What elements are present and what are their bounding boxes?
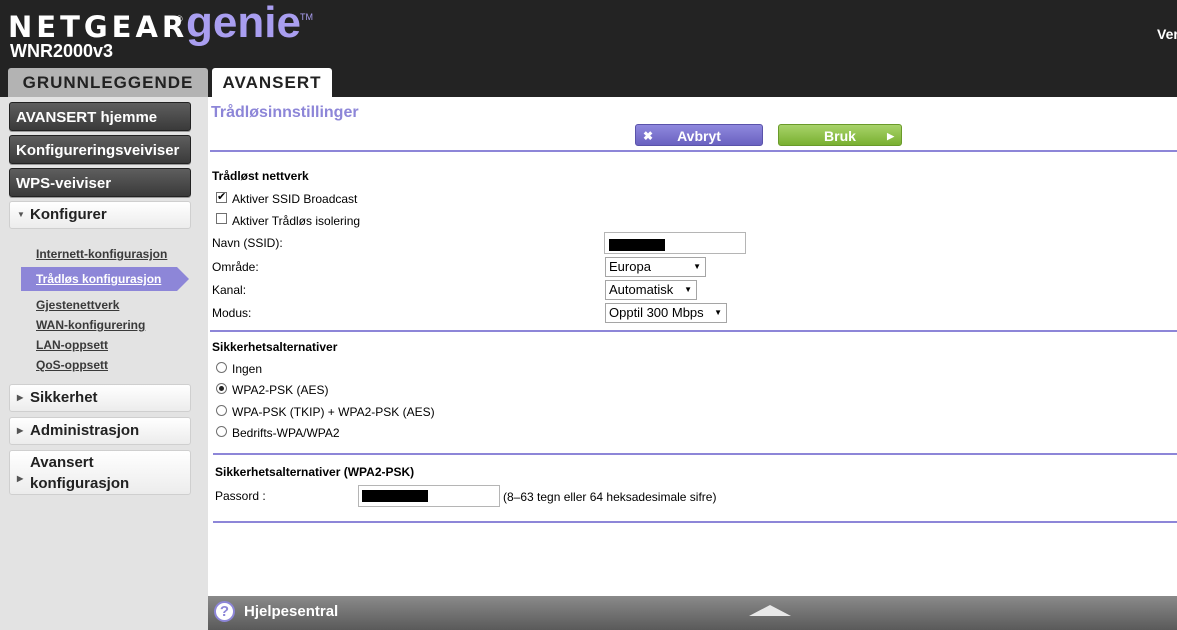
channel-select[interactable]: Automatisk ▼ [605, 280, 697, 300]
security-option-wpa-wpa2-mixed-label: WPA-PSK (TKIP) + WPA2-PSK (AES) [232, 405, 435, 419]
security-radio-none[interactable] [216, 362, 227, 373]
checkmark-icon: ✔ [217, 191, 227, 203]
cancel-button[interactable]: ✖ Avbryt [635, 124, 763, 146]
sidebar-section-advanced-setup[interactable]: ▶ Avansert konfigurasjon [9, 450, 191, 495]
help-icon: ? [214, 601, 235, 622]
apply-button[interactable]: Bruk ▶ [778, 124, 902, 146]
sidebar-advanced-home-button[interactable]: AVANSERT hjemme [9, 102, 191, 131]
security-option-enterprise-label: Bedrifts-WPA/WPA2 [232, 426, 340, 440]
apply-button-label: Bruk [824, 128, 856, 144]
wpa2-psk-heading: Sikkerhetsalternativer (WPA2-PSK) [215, 465, 415, 479]
wireless-network-heading: Trådløst nettverk [212, 169, 309, 183]
wireless-isolation-checkbox[interactable] [216, 213, 227, 224]
arrow-right-icon: ▶ [887, 131, 894, 141]
sidebar-section-administration-label: Administrasjon [30, 422, 140, 439]
mode-select[interactable]: Opptil 300 Mbps ▼ [605, 303, 727, 323]
sidebar-section-configure[interactable]: ▼ Konfigurer [9, 201, 191, 229]
chevron-down-icon: ▼ [684, 285, 692, 294]
chevron-right-icon: ▶ [17, 426, 24, 435]
page-title: Trådløsinnstillinger [211, 104, 359, 121]
ssid-name-input[interactable] [604, 232, 746, 254]
mode-label: Modus: [212, 306, 252, 320]
sidebar-item-guest-network[interactable]: Gjestenettverk [36, 298, 119, 312]
sidebar-wps-wizard-button[interactable]: WPS-veiviser [9, 168, 191, 197]
sidebar-section-advanced-setup-line2: konfigurasjon [30, 475, 130, 492]
security-radio-wpa-wpa2-mixed[interactable] [216, 405, 227, 416]
chevron-right-icon: ▶ [17, 393, 24, 402]
security-option-wpa2-psk-label: WPA2-PSK (AES) [232, 383, 329, 397]
channel-label: Kanal: [212, 283, 247, 297]
sidebar-section-security-label: Sikkerhet [30, 389, 98, 406]
brand-genie: genie [186, 0, 301, 47]
passphrase-input[interactable] [358, 485, 500, 507]
passphrase-redaction [362, 490, 428, 502]
brand-trademark: TM [300, 12, 313, 22]
sidebar-section-advanced-setup-line1: Avansert [30, 454, 94, 471]
brand-netgear: NETGEAR [8, 10, 189, 44]
channel-select-value: Automatisk [609, 282, 674, 297]
security-option-none-label: Ingen [232, 362, 263, 376]
chevron-down-icon: ▼ [17, 210, 25, 219]
divider [213, 521, 1177, 523]
security-options-heading: Sikkerhetsalternativer [212, 340, 338, 354]
chevron-right-icon: ▶ [17, 474, 24, 483]
sidebar-section-configure-label: Konfigurer [30, 206, 107, 223]
ssid-name-label: Navn (SSID): [212, 236, 283, 250]
chevron-up-icon[interactable] [749, 605, 791, 616]
region-label: Område: [212, 260, 259, 274]
help-center-label: Hjelpesentral [244, 603, 339, 620]
passphrase-label: Passord : [215, 489, 266, 503]
sidebar-section-administration[interactable]: ▶ Administrasjon [9, 417, 191, 445]
security-radio-wpa2-psk[interactable] [216, 383, 227, 394]
security-radio-enterprise[interactable] [216, 426, 227, 437]
router-model: WNR2000v3 [10, 41, 114, 61]
active-arrow-icon [177, 267, 189, 291]
sidebar-item-lan-setup[interactable]: LAN-oppsett [36, 338, 108, 352]
chevron-down-icon: ▼ [693, 262, 701, 271]
sidebar-setup-wizard-button[interactable]: Konfigureringsveiviser [9, 135, 191, 164]
header: NETGEAR ® genie TM WNR2000v3 Ver GRUNNLE… [0, 0, 1177, 97]
help-center-bar[interactable]: ? Hjelpesentral [208, 596, 1177, 630]
tab-advanced[interactable]: AVANSERT [212, 68, 332, 97]
ssid-redaction [609, 239, 665, 251]
mode-select-value: Opptil 300 Mbps [609, 305, 704, 320]
sidebar-item-internet-setup[interactable]: Internett-konfigurasjon [36, 247, 167, 261]
radio-selected-dot [219, 386, 224, 391]
region-select[interactable]: Europa ▼ [605, 257, 706, 277]
region-select-value: Europa [609, 259, 651, 274]
divider [213, 453, 1177, 455]
divider [210, 150, 1177, 152]
ssid-broadcast-checkbox[interactable]: ✔ [216, 191, 227, 203]
sidebar: AVANSERT hjemme Konfigureringsveiviser W… [0, 97, 208, 630]
brand-registered-mark: ® [176, 14, 183, 24]
wireless-isolation-label: Aktiver Trådløs isolering [232, 214, 361, 228]
close-icon: ✖ [643, 129, 654, 143]
divider [210, 330, 1177, 332]
passphrase-hint: (8–63 tegn eller 64 heksadesimale sifre) [503, 490, 717, 504]
sidebar-item-wan-setup[interactable]: WAN-konfigurering [36, 318, 145, 332]
cancel-button-label: Avbryt [677, 128, 721, 144]
ssid-broadcast-label: Aktiver SSID Broadcast [232, 192, 358, 206]
chevron-down-icon: ▼ [714, 308, 722, 317]
sidebar-section-security[interactable]: ▶ Sikkerhet [9, 384, 191, 412]
sidebar-item-qos-setup[interactable]: QoS-oppsett [36, 358, 108, 372]
firmware-version: Ver [1157, 26, 1177, 42]
sidebar-item-wireless-setup[interactable]: Trådløs konfigurasjon [36, 272, 161, 286]
tab-basic[interactable]: GRUNNLEGGENDE [8, 68, 208, 97]
